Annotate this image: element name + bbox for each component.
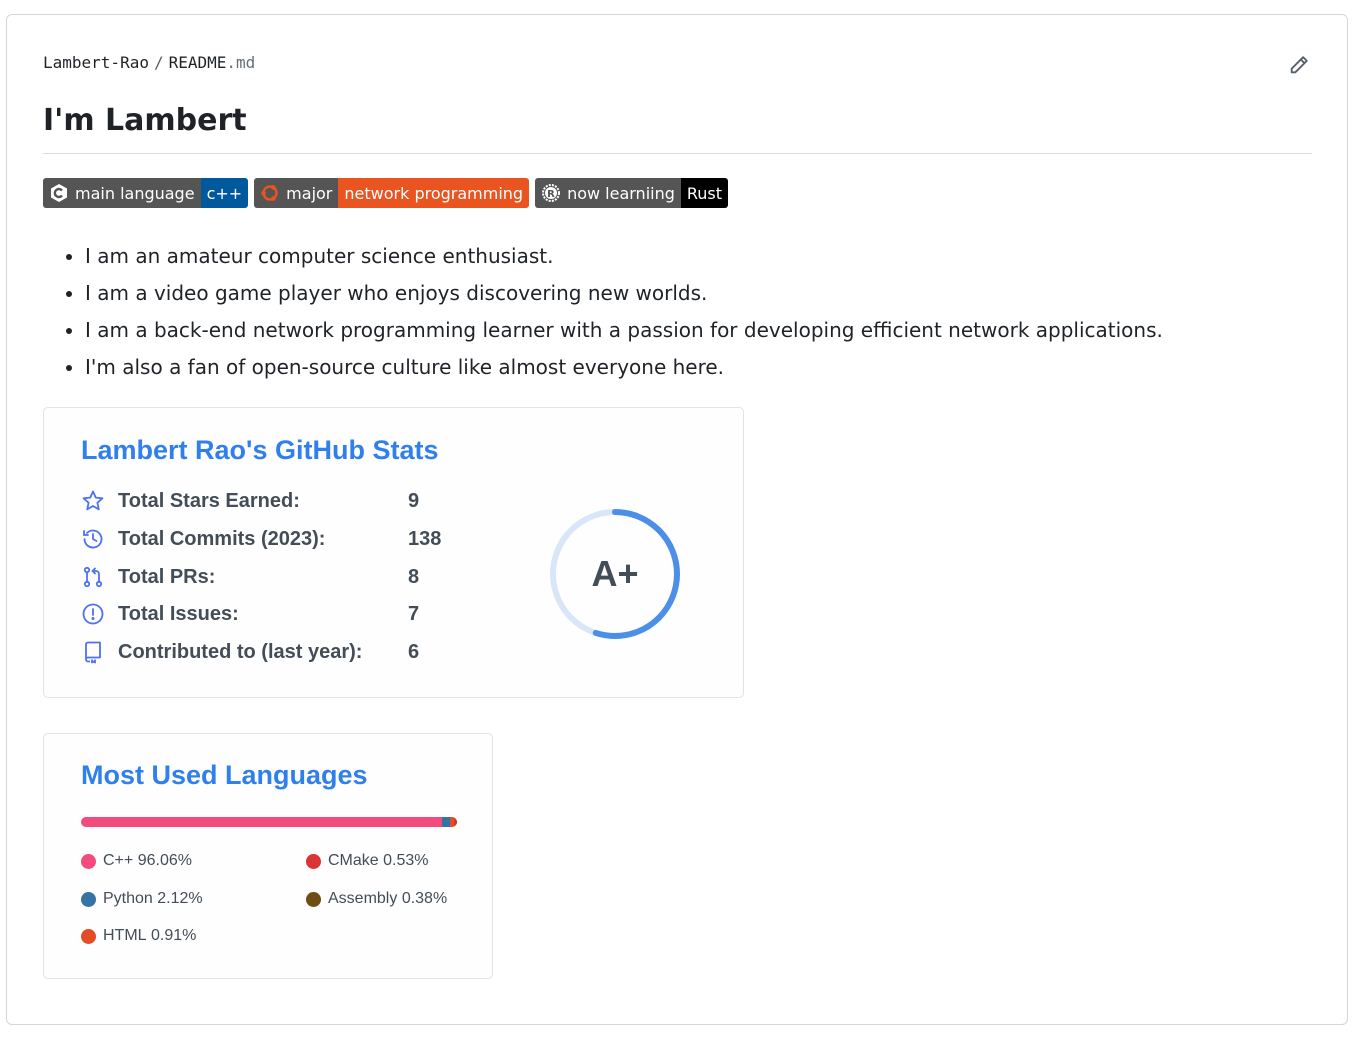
rank-circle: A+: [547, 506, 683, 642]
language-dot: [81, 928, 96, 944]
history-icon: [80, 526, 106, 552]
list-item: I am an amateur computer science enthusi…: [85, 241, 1163, 278]
repo-owner-link[interactable]: Lambert-Rao: [43, 53, 149, 72]
list-item: I am a video game player who enjoys disc…: [85, 278, 1163, 315]
language-dot: [306, 853, 321, 869]
stat-value: 9: [408, 489, 420, 512]
title-divider: [43, 153, 1312, 154]
github-stats-card[interactable]: Lambert Rao's GitHub Stats Total Stars E…: [43, 407, 744, 698]
language-progress-bar: [81, 817, 457, 827]
list-item: I'm also a fan of open-source culture li…: [85, 352, 1163, 389]
file-extension: .md: [226, 53, 256, 72]
badge-label: now learniing: [567, 183, 675, 203]
language-name: Python: [103, 890, 153, 907]
language-percent: 0.53%: [383, 852, 429, 869]
top-languages-card[interactable]: Most Used Languages C++ 96.06% CMake 0.5…: [43, 733, 493, 979]
svg-text:R: R: [547, 189, 555, 200]
readme-title: I'm Lambert: [43, 103, 247, 138]
language-dot: [81, 891, 96, 907]
cplusplus-icon: [49, 183, 69, 203]
language-name: HTML: [103, 927, 147, 944]
language-item: Python 2.12%: [81, 887, 203, 911]
language-dot: [306, 891, 321, 907]
language-name: CMake: [328, 852, 379, 869]
language-percent: 0.38%: [401, 890, 448, 907]
language-item: C++ 96.06%: [81, 849, 192, 873]
language-bar-segment: [455, 817, 457, 827]
repo-icon: [80, 639, 106, 665]
badge-major[interactable]: major network programming: [254, 178, 530, 208]
stat-value: 7: [408, 602, 420, 625]
pull-request-icon: [80, 564, 106, 590]
rank-grade: A+: [591, 553, 639, 594]
rust-icon: R: [541, 183, 561, 203]
stat-label: Total Commits (2023):: [118, 527, 326, 550]
badge-label: major: [286, 183, 333, 203]
stat-row-commits: Total Commits (2023): 138: [80, 524, 441, 554]
stats-title: Lambert Rao's GitHub Stats: [81, 435, 439, 465]
path-separator: /: [153, 53, 164, 72]
issue-icon: [80, 601, 106, 627]
list-item: I am a back-end network programming lear…: [85, 315, 1163, 352]
badge-value: network programming: [338, 178, 530, 208]
stat-label: Total PRs:: [118, 565, 216, 588]
language-name: C++: [103, 852, 134, 869]
language-name: Assembly: [328, 890, 398, 907]
language-item: HTML 0.91%: [81, 924, 196, 948]
badge-main-language[interactable]: main language c++: [43, 178, 249, 208]
languages-title: Most Used Languages: [81, 760, 368, 790]
badge-now-learning[interactable]: R now learniing Rust: [535, 178, 729, 208]
stat-row-stars: Total Stars Earned: 9: [80, 486, 419, 516]
language-item: Assembly 0.38%: [306, 887, 447, 911]
language-percent: 0.91%: [151, 927, 197, 944]
file-name: README: [168, 53, 227, 72]
star-icon: [80, 488, 106, 514]
stat-row-prs: Total PRs: 8: [80, 562, 419, 592]
stat-row-contributed: Contributed to (last year): 6: [80, 637, 419, 667]
stat-row-issues: Total Issues: 7: [80, 599, 419, 629]
about-list: I am an amateur computer science enthusi…: [43, 241, 1163, 389]
language-bar-segment: [442, 817, 451, 827]
badge-label: main language: [75, 183, 195, 203]
badge-value: c++: [200, 178, 249, 208]
stat-label: Total Issues:: [118, 602, 239, 625]
file-path-breadcrumb: Lambert-Rao / README .md: [43, 53, 255, 72]
readme-container: Lambert-Rao / README .md I'm Lambert mai…: [6, 14, 1348, 1025]
language-percent: 96.06%: [137, 852, 192, 869]
stat-value: 6: [408, 640, 420, 663]
stat-label: Contributed to (last year):: [118, 640, 363, 663]
language-percent: 2.12%: [157, 890, 203, 907]
stat-value: 8: [408, 565, 420, 588]
ubuntu-icon: [260, 183, 280, 203]
stat-label: Total Stars Earned:: [118, 489, 300, 512]
badge-row: main language c++ major network programm…: [43, 178, 729, 208]
stat-value: 138: [408, 527, 442, 550]
language-item: CMake 0.53%: [306, 849, 429, 873]
badge-value: Rust: [680, 178, 729, 208]
language-dot: [81, 853, 96, 869]
language-bar-segment: [81, 817, 443, 827]
pencil-icon: [1290, 56, 1308, 74]
edit-file-button[interactable]: [1285, 51, 1313, 79]
